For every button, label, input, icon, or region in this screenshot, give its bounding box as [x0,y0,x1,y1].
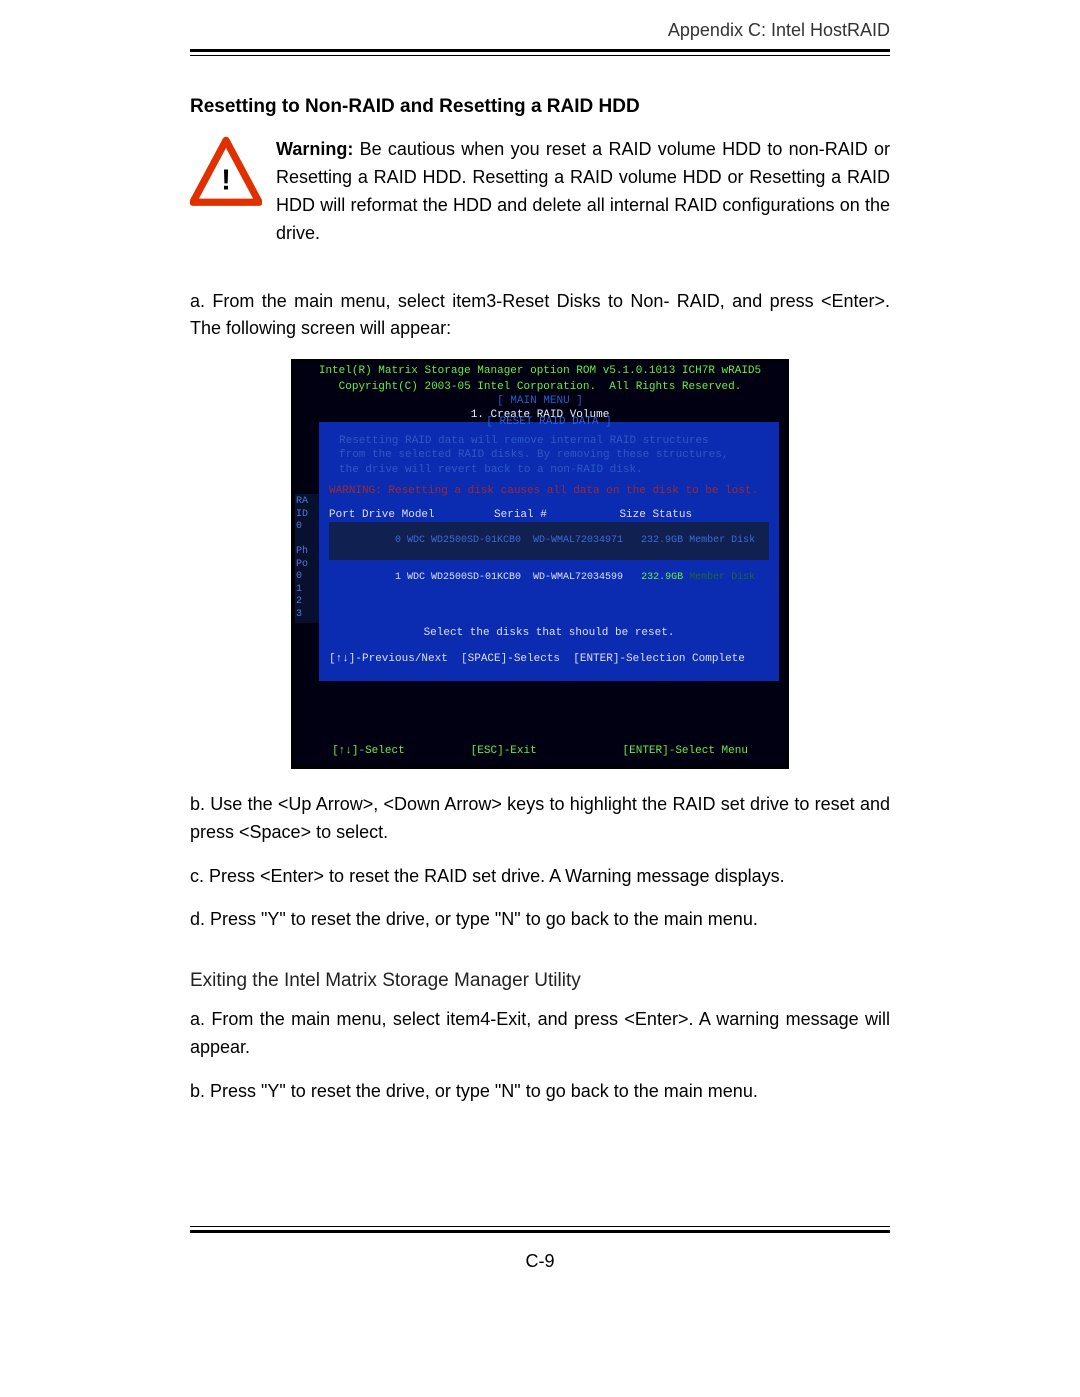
bios-disk-row-1: 1 WDC WD2500SD-01KCB0 WD-WMAL72034599 23… [329,560,769,598]
bios-main-menu-label: [ MAIN MENU ] [295,395,785,409]
header-rule-thick [190,49,890,52]
step-d: d. Press "Y" to reset the drive, or type… [190,906,890,934]
bios-key-hints: [↑↓]-Previous/Next [SPACE]-Selects [ENTE… [329,653,769,667]
bios-column-headers: Port Drive Model Serial # Size Status [329,509,769,523]
running-head: Appendix C: Intel HostRAID [190,20,890,47]
bios-footer-keys: [↑↓]-Select [ESC]-Exit [ENTER]-Select Me… [295,741,785,765]
running-head-text: Appendix C: Intel HostRAID [668,20,890,41]
header-rule-thin [190,55,890,56]
bios-title-line1: Intel(R) Matrix Storage Manager option R… [295,363,785,379]
bios-desc-3: the drive will revert back to a non-RAID… [329,463,769,477]
bios-reset-label: [ RESET RAID DATA ] [329,416,769,430]
bios-screenshot: Intel(R) Matrix Storage Manager option R… [291,359,789,768]
svg-text:!: ! [221,164,231,196]
bios-select-prompt: Select the disks that should be reset. [329,627,769,641]
bios-title-line2: Copyright(C) 2003-05 Intel Corporation. … [295,379,785,395]
bios-row1-size: 232.9GB [641,572,689,583]
footer-rule-thin [190,1226,890,1227]
bios-left-strip: RA ID 0 Ph Po 0 1 2 3 [295,494,319,623]
bios-row1-main: 1 WDC WD2500SD-01KCB0 WD-WMAL72034599 [389,572,641,583]
section-title: Resetting to Non-RAID and Resetting a RA… [190,96,890,118]
exit-step-b: b. Press "Y" to reset the drive, or type… [190,1078,890,1106]
exit-step-a: a. From the main menu, select item4-Exit… [190,1006,890,1062]
page-number: C-9 [190,1251,890,1272]
warning-block: ! Warning: Be cautious when you reset a … [190,136,890,248]
bios-row1-status: Member Disk [689,572,755,583]
footer-rule-thick [190,1230,890,1233]
bios-desc-1: Resetting RAID data will remove internal… [329,434,769,448]
bios-row0-text: 0 WDC WD2500SD-01KCB0 WD-WMAL72034971 23… [389,535,755,546]
warning-triangle-icon: ! [190,136,262,248]
bios-dark-spacer [295,681,785,741]
bios-desc-2: from the selected RAID disks. By removin… [329,448,769,462]
bios-warning-line: WARNING: Resetting a disk causes all dat… [329,477,769,505]
bios-disk-row-0: 0 WDC WD2500SD-01KCB0 WD-WMAL72034971 23… [329,522,769,560]
step-a: a. From the main menu, select item3-Rese… [190,288,890,344]
exit-heading: Exiting the Intel Matrix Storage Manager… [190,970,890,992]
page: Appendix C: Intel HostRAID Resetting to … [0,0,1080,1312]
step-b: b. Use the <Up Arrow>, <Down Arrow> keys… [190,791,890,847]
step-c: c. Press <Enter> to reset the RAID set d… [190,863,890,891]
warning-text: Warning: Be cautious when you reset a RA… [276,136,890,248]
warning-label: Warning: [276,139,353,159]
warning-body: Be cautious when you reset a RAID volume… [276,139,890,243]
bios-reset-panel: RA ID 0 Ph Po 0 1 2 3 [ RESET RAID DATA … [319,422,779,681]
